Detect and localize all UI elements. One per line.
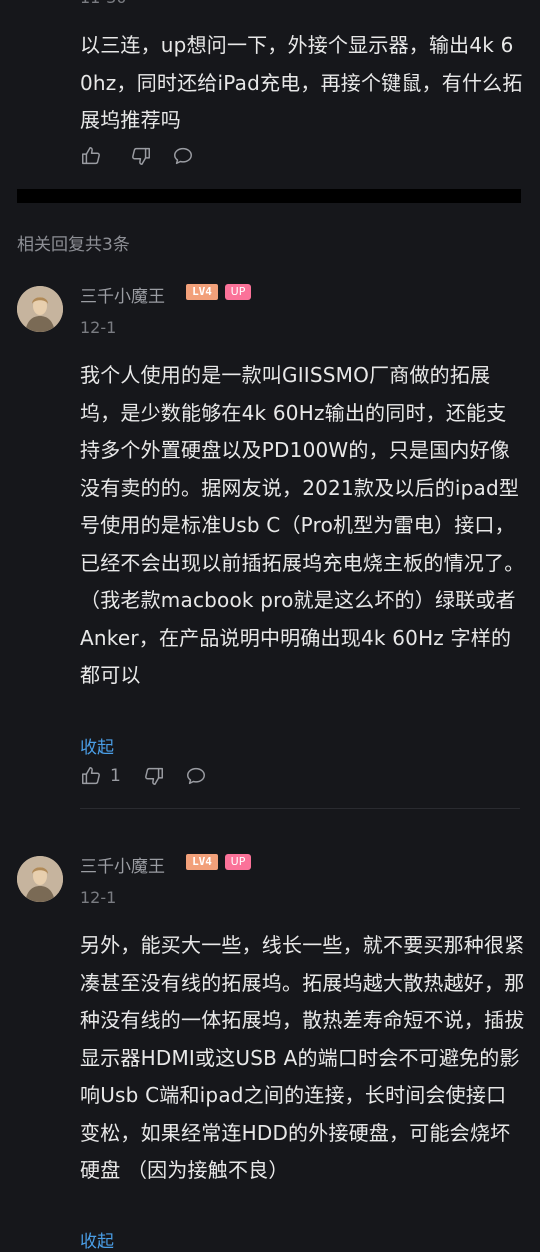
- username[interactable]: 三千小魔王: [80, 852, 165, 877]
- avatar[interactable]: [17, 856, 63, 902]
- comment-bubble-icon: [186, 767, 205, 785]
- level-badge: LV4: [186, 854, 218, 870]
- reply-button[interactable]: [172, 145, 194, 167]
- level-badge: LV4: [186, 284, 218, 300]
- username[interactable]: 三千小魔王: [80, 282, 165, 307]
- comment-bubble-icon: [174, 147, 192, 165]
- collapse-link[interactable]: 收起: [80, 1227, 114, 1252]
- comment-text: 以三连，up想问一下，外接个显示器，输出4k 60hz，同时还给iPad充电，再…: [80, 33, 523, 132]
- up-badge: UP: [225, 284, 251, 300]
- reply-text: 另外，能买大一些，线长一些，就不要买那种很紧凑甚至没有线的拓展坞。拓展坞越大散热…: [80, 933, 525, 1182]
- comment-actions: [80, 144, 214, 168]
- up-badge: UP: [225, 854, 251, 870]
- thumbs-down-icon: [132, 147, 150, 165]
- reply-date: 12-1: [80, 318, 117, 337]
- reply-actions: 1: [80, 764, 227, 788]
- like-count: 1: [110, 766, 121, 786]
- reply-text: 我个人使用的是一款叫GIISSMO厂商做的拓展坞，是少数能够在4k 60Hz输出…: [80, 363, 525, 687]
- like-button[interactable]: [80, 145, 102, 167]
- collapse-link[interactable]: 收起: [80, 733, 114, 758]
- comment-date: 11-30: [80, 0, 127, 7]
- reply-button[interactable]: [185, 765, 207, 787]
- avatar[interactable]: [17, 286, 63, 332]
- like-button[interactable]: 1: [80, 765, 121, 787]
- thumbs-up-icon: [82, 147, 100, 165]
- avatar-portrait-icon: [17, 286, 63, 332]
- dislike-button[interactable]: [130, 145, 152, 167]
- reply-date: 12-1: [80, 888, 117, 907]
- thumbs-down-icon: [144, 767, 163, 785]
- avatar-portrait-icon: [17, 856, 63, 902]
- section-divider: [17, 189, 521, 203]
- replies-count-title: 相关回复共3条: [17, 235, 130, 255]
- thumbs-up-icon: [82, 767, 100, 785]
- reply-divider: [80, 808, 520, 809]
- dislike-button[interactable]: [143, 765, 165, 787]
